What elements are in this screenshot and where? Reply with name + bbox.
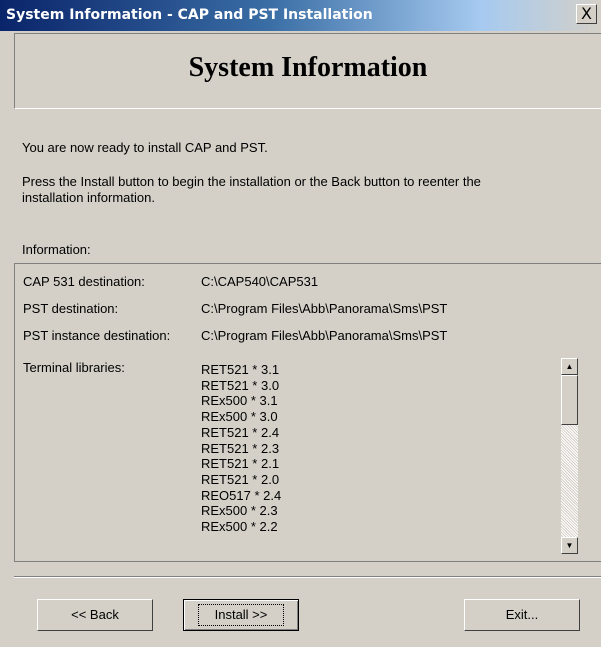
scroll-down-arrow-icon[interactable]: ▼ — [561, 537, 578, 554]
page-title: System Information — [188, 52, 428, 83]
button-divider — [14, 576, 601, 578]
list-item: REO517 * 2.4 — [201, 487, 282, 503]
list-item: RET521 * 3.0 — [201, 377, 280, 393]
information-heading: Information: — [22, 242, 91, 257]
list-item: RET521 * 3.1 — [201, 362, 280, 377]
terminal-libraries-label: Terminal libraries: — [23, 360, 125, 375]
list-item: RET521 * 2.1 — [201, 456, 280, 472]
scrollbar-thumb[interactable] — [561, 375, 578, 425]
libraries-scrollbar[interactable]: ▲ ▼ — [561, 358, 578, 554]
pst-instance-destination-label: PST instance destination: — [23, 328, 171, 343]
install-button-label: Install >> — [197, 604, 285, 626]
window-title: System Information - CAP and PST Install… — [6, 7, 373, 23]
instruction-text-line1: Press the Install button to begin the in… — [22, 174, 481, 189]
title-bar[interactable]: System Information - CAP and PST Install… — [0, 0, 601, 31]
terminal-libraries-list[interactable]: RET521 * 3.1 RET521 * 3.0 REx500 * 3.1 R… — [201, 362, 501, 554]
list-item: RET521 * 2.0 — [201, 471, 280, 487]
back-button[interactable]: << Back — [37, 599, 153, 631]
list-item: RET521 * 2.3 — [201, 440, 280, 456]
exit-button[interactable]: Exit... — [464, 599, 580, 631]
list-item: REx500 * 3.1 — [201, 393, 278, 409]
installer-window: System Information - CAP and PST Install… — [0, 0, 601, 647]
pst-instance-destination-value: C:\Program Files\Abb\Panorama\Sms\PST — [201, 328, 448, 343]
information-panel: CAP 531 destination: C:\CAP540\CAP531 PS… — [14, 263, 601, 562]
header-panel: System Information — [14, 33, 601, 109]
list-item: REx500 * 3.0 — [201, 409, 278, 425]
cap-destination-label: CAP 531 destination: — [23, 274, 145, 289]
install-button[interactable]: Install >> — [183, 599, 299, 631]
intro-text: You are now ready to install CAP and PST… — [22, 140, 268, 155]
pst-destination-label: PST destination: — [23, 301, 119, 316]
scroll-up-arrow-icon[interactable]: ▲ — [561, 358, 578, 375]
cap-destination-value: C:\CAP540\CAP531 — [201, 274, 319, 289]
list-item: RET521 * 2.4 — [201, 424, 280, 440]
close-button[interactable]: X — [576, 4, 597, 24]
instruction-text-line2: installation information. — [22, 190, 155, 205]
list-item: REx500 * 2.2 — [201, 519, 278, 535]
list-item: REx500 * 2.3 — [201, 503, 278, 519]
pst-destination-value: C:\Program Files\Abb\Panorama\Sms\PST — [201, 301, 448, 316]
